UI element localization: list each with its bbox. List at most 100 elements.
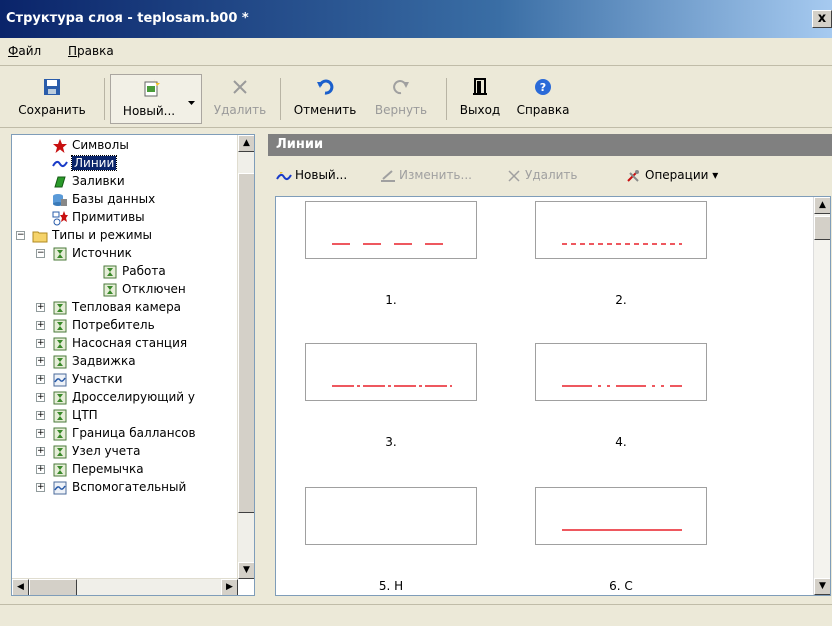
tree-item-label: Источник xyxy=(72,246,132,260)
tree-item-label: Насосная станция xyxy=(72,336,188,350)
mode-icon xyxy=(103,283,117,297)
type-icon xyxy=(53,337,67,351)
menu-file[interactable]: Файл xyxy=(8,44,41,58)
new-document-icon xyxy=(144,79,160,97)
tree-item-label: ЦТП xyxy=(72,408,98,422)
line-preview xyxy=(562,385,682,387)
toolbar-separator xyxy=(104,78,105,120)
collapse-toggle[interactable]: − xyxy=(36,249,45,258)
window-title: Структура слоя - teplosam.b00 * xyxy=(6,11,249,26)
pane-edit-label: Изменить... xyxy=(399,168,472,182)
save-icon xyxy=(44,79,60,95)
tree-item-label: Заливки xyxy=(72,174,125,188)
line-icon xyxy=(52,160,68,168)
save-label: Сохранить xyxy=(18,103,86,117)
delete-button[interactable]: Удалить xyxy=(206,74,274,124)
exit-door-icon xyxy=(473,78,487,95)
title-bar: Структура слоя - teplosam.b00 * x xyxy=(0,0,832,38)
scroll-thumb[interactable] xyxy=(29,579,77,595)
line-style-tile[interactable] xyxy=(305,201,477,259)
help-button[interactable]: ? Справка xyxy=(512,74,574,124)
fill-icon xyxy=(54,176,66,188)
tree-item-label: Дросселирующий у xyxy=(72,390,196,404)
scroll-up-button[interactable]: ▲ xyxy=(238,135,254,152)
tree-item-label: Базы данных xyxy=(72,192,156,206)
tree-item-label: Линии xyxy=(70,155,118,171)
expand-toggle[interactable]: + xyxy=(36,465,45,474)
tile-caption: 3. xyxy=(385,435,397,449)
pane-splitter[interactable] xyxy=(256,134,266,596)
type-icon xyxy=(53,355,67,369)
tile-caption: 6. С xyxy=(609,579,633,593)
tree-item-label: Участки xyxy=(72,372,123,386)
expand-toggle[interactable]: + xyxy=(36,411,45,420)
pane-operations-button[interactable]: Операции ▾ xyxy=(626,168,718,183)
scroll-thumb[interactable] xyxy=(814,216,830,240)
expand-toggle[interactable]: + xyxy=(36,429,45,438)
menu-edit-label: равка xyxy=(77,44,114,58)
new-button[interactable]: Новый... xyxy=(110,74,202,124)
menu-edit-mnemonic: П xyxy=(68,44,78,58)
type-icon xyxy=(53,319,67,333)
collapse-toggle[interactable]: − xyxy=(16,231,25,240)
redo-icon xyxy=(393,80,409,95)
new-line-icon xyxy=(276,168,292,180)
folder-icon xyxy=(32,231,48,243)
expand-toggle[interactable]: + xyxy=(36,393,45,402)
tree-item-label: Граница баллансов xyxy=(72,426,196,440)
pane-title: Линии xyxy=(268,134,832,156)
app-window: Структура слоя - teplosam.b00 * x Файл П… xyxy=(0,0,832,626)
structure-tree[interactable]: Символы Линии Заливки Базы данных Примит… xyxy=(11,134,255,596)
tools-icon xyxy=(627,169,639,182)
exit-button[interactable]: Выход xyxy=(450,74,510,124)
pane-operations-label: Операции xyxy=(645,168,709,182)
expand-toggle[interactable]: + xyxy=(36,321,45,330)
grid-vertical-scrollbar[interactable]: ▲ ▼ xyxy=(813,197,830,595)
line-style-tile[interactable] xyxy=(535,343,707,401)
tree-item-label: Символы xyxy=(72,138,129,152)
tree-vertical-scrollbar[interactable]: ▲ ▼ xyxy=(237,135,254,579)
line-preview xyxy=(332,385,452,387)
scroll-right-button[interactable]: ▶ xyxy=(221,579,238,595)
tree-horizontal-scrollbar[interactable]: ◀ ▶ xyxy=(12,578,238,595)
expand-toggle[interactable]: + xyxy=(36,375,45,384)
expand-toggle[interactable]: + xyxy=(36,447,45,456)
new-label: Новый... xyxy=(122,104,176,118)
primitives-icon xyxy=(52,211,68,226)
main-toolbar: Сохранить Новый... Удалить Отменить Верн… xyxy=(0,66,832,128)
redo-button[interactable]: Вернуть xyxy=(364,74,438,124)
close-button[interactable]: x xyxy=(812,10,832,28)
scroll-left-button[interactable]: ◀ xyxy=(12,579,29,595)
redo-label: Вернуть xyxy=(374,103,428,117)
line-style-tile[interactable] xyxy=(535,487,707,545)
tree-item-label: Типы и режимы xyxy=(52,228,153,242)
expand-toggle[interactable]: + xyxy=(36,483,45,492)
save-button[interactable]: Сохранить xyxy=(2,74,102,124)
line-styles-grid[interactable]: 1. 2. 3. 4. 5. Н 6. С ▲ ▼ xyxy=(275,196,831,596)
scroll-thumb[interactable] xyxy=(238,173,254,513)
type-icon xyxy=(53,391,67,405)
expand-toggle[interactable]: + xyxy=(36,303,45,312)
menu-edit[interactable]: Правка xyxy=(68,44,114,58)
database-icon xyxy=(53,194,67,206)
line-style-tile[interactable] xyxy=(305,343,477,401)
expand-toggle[interactable]: + xyxy=(36,339,45,348)
pane-edit-button[interactable]: Изменить... xyxy=(380,168,472,183)
tile-caption: 2. xyxy=(615,293,627,307)
type-icon xyxy=(53,463,67,477)
scroll-down-button[interactable]: ▼ xyxy=(238,562,254,579)
scroll-up-button[interactable]: ▲ xyxy=(814,197,830,214)
pane-new-button[interactable]: Новый... xyxy=(276,168,347,183)
pane-delete-label: Удалить xyxy=(525,168,578,182)
toolbar-separator xyxy=(280,78,281,120)
expand-toggle[interactable]: + xyxy=(36,357,45,366)
line-style-tile[interactable] xyxy=(305,487,477,545)
undo-button[interactable]: Отменить xyxy=(284,74,366,124)
tree-item-label: Примитивы xyxy=(72,210,145,224)
line-style-tile[interactable] xyxy=(535,201,707,259)
exit-label: Выход xyxy=(459,103,501,117)
scroll-down-button[interactable]: ▼ xyxy=(814,578,830,595)
pane-delete-button[interactable]: Удалить xyxy=(506,168,578,183)
svg-text:?: ? xyxy=(540,81,546,94)
delete-x-icon xyxy=(508,169,520,182)
